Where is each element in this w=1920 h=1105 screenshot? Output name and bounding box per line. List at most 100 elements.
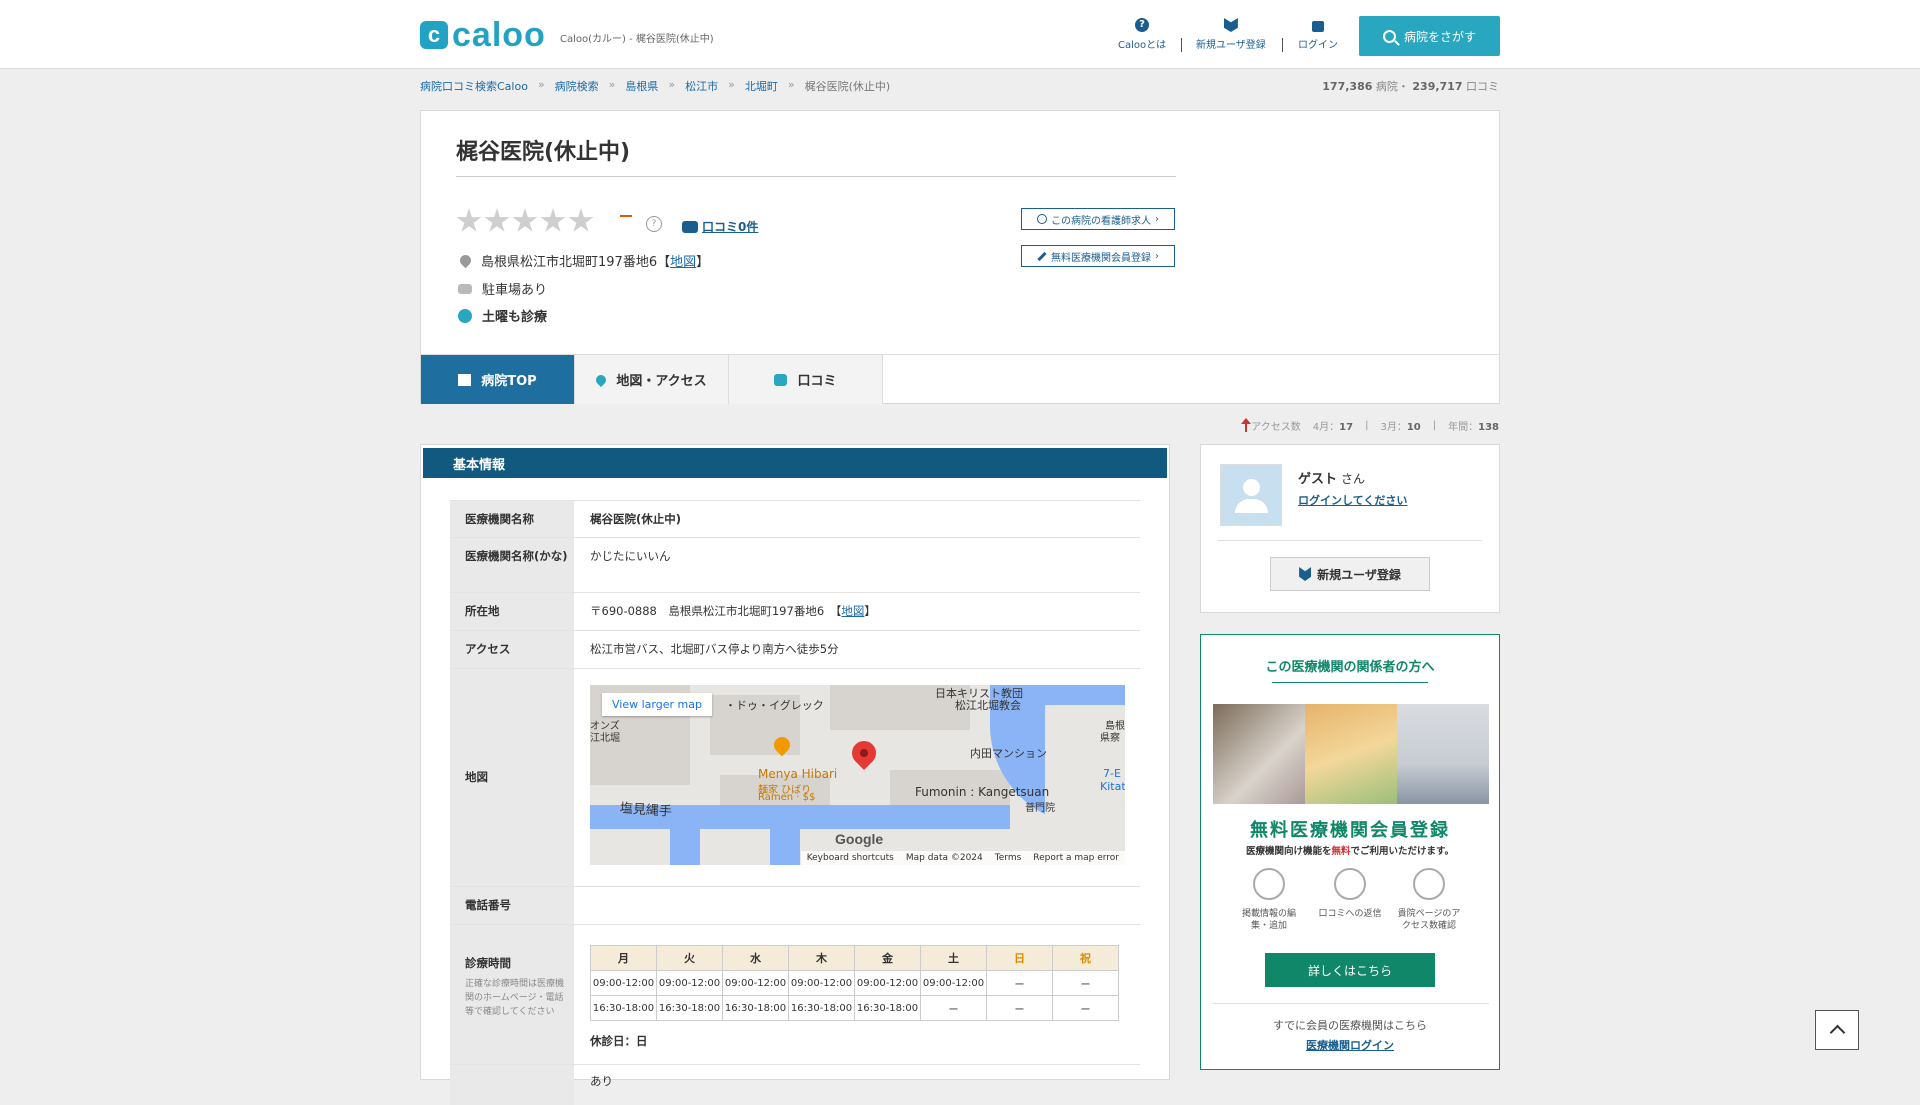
parking-row: 駐車場あり [458, 279, 547, 298]
hours-cell: ー [986, 970, 1053, 996]
table-row: 電話番号 [450, 886, 1140, 925]
map-label: Fumonin : Kangetsuan [915, 785, 1050, 799]
address-map-link[interactable]: 地図 [841, 604, 864, 618]
logo-text: caloo [452, 15, 546, 54]
location-marker-icon[interactable] [847, 736, 881, 770]
arrow-up-icon [1241, 417, 1252, 432]
map-pin-icon [457, 252, 474, 269]
row-label: 医療機関名称 [450, 501, 574, 538]
tab-label: 地図・アクセス [616, 374, 707, 389]
nav-about-label: Calooとは [1118, 40, 1167, 51]
nav-separator [1181, 38, 1182, 52]
hours-cell: 16:30-18:00 [590, 995, 657, 1021]
access-stats: アクセス数 4月：17 | 3月：10 | 年間：138 [1241, 417, 1499, 433]
breadcrumb-item[interactable]: 松江市 [685, 78, 718, 94]
hours-cell: 16:30-18:00 [788, 995, 855, 1021]
promo-detail-button[interactable]: 詳しくはこちら [1265, 953, 1435, 987]
login-link[interactable]: ログインしてください [1298, 492, 1407, 508]
beginner-leaf-icon [1299, 567, 1312, 581]
row-value: かじたにいいん [590, 549, 671, 563]
map-label: Kitat [1100, 780, 1125, 793]
day-header: 祝 [1052, 945, 1119, 971]
day-header: 日 [986, 945, 1053, 971]
map-label: Ramen · $$ [758, 792, 816, 803]
table-row: アクセス 松江市営バス、北堀町バス停より南方へ徒歩5分 [450, 630, 1140, 669]
search-hospital-button[interactable]: 病院をさがす [1359, 16, 1500, 56]
map-label: ・ドゥ・イグレック [725, 699, 824, 712]
address-row: 島根県松江市北堀町197番地6 【地図】 [457, 251, 709, 270]
row-label: 電話番号 [450, 887, 574, 925]
hours-cell: 16:30-18:00 [722, 995, 789, 1021]
divider [1213, 1003, 1489, 1004]
row-label [450, 1065, 574, 1105]
hours-cell: 09:00-12:00 [920, 970, 987, 996]
row-value: あり [590, 1074, 613, 1088]
terms-link[interactable]: Terms [995, 853, 1022, 863]
hours-header-row: 月 火 水 木 金 土 日 祝 [590, 945, 1119, 971]
row-value: 松江市営バス、北堀町バス停より南方へ徒歩5分 [590, 642, 839, 656]
nav-register[interactable]: 新規ユーザ登録 [1196, 18, 1266, 51]
table-row: あり [450, 1064, 1140, 1105]
map-label: 県察 [1100, 733, 1120, 744]
chevron-up-icon [1829, 1024, 1845, 1041]
scroll-to-top-button[interactable] [1815, 1010, 1859, 1050]
register-user-button[interactable]: 新規ユーザ登録 [1270, 557, 1430, 591]
tab-reviews[interactable]: 口コミ [729, 355, 883, 404]
star-icon [540, 208, 566, 232]
lock-icon [1312, 21, 1324, 32]
review-count-link[interactable]: 口コミ0件 [682, 218, 758, 235]
promo-subtitle: 医療機関向け機能を無料でご利用いただけます。 [1245, 846, 1455, 857]
facility-login-link[interactable]: 医療機関ログイン [1200, 1037, 1500, 1053]
guest-name: ゲスト さん [1298, 472, 1366, 487]
basic-info-heading: 基本情報 [423, 448, 1167, 478]
hours-cell: 16:30-18:00 [656, 995, 723, 1021]
breadcrumb-item[interactable]: 北堀町 [745, 78, 778, 94]
hours-cell: ー [920, 995, 987, 1021]
hours-row: 09:00-12:00 09:00-12:00 09:00-12:00 09:0… [590, 970, 1119, 996]
site-caption: Caloo(カルー) - 梶谷医院(休止中) [560, 34, 714, 45]
map-label: 江北堀 [590, 733, 620, 744]
question-icon: ? [1135, 18, 1150, 32]
breadcrumb-item[interactable]: 病院検索 [555, 78, 599, 94]
promo-title: この医療機関の関係者の方へ [1265, 660, 1435, 675]
nurse-job-label: この病院の看護師求人 [1051, 215, 1151, 227]
map-label: 普門院 [1025, 803, 1055, 814]
row-value: 梶谷医院(休止中) [590, 512, 682, 526]
map-label: Menya Hibari [758, 767, 838, 781]
hours-cell: ー [1052, 970, 1119, 996]
view-larger-map-link[interactable]: View larger map [602, 693, 712, 716]
tab-map-access[interactable]: 地図・アクセス [575, 355, 729, 404]
hours-cell: 09:00-12:00 [722, 970, 789, 996]
divider [1218, 540, 1482, 541]
feature-access: 貴院ページのアクセス数確認 [1394, 868, 1464, 932]
keyboard-shortcuts-link[interactable]: Keyboard shortcuts [807, 853, 894, 863]
closed-days: 休診日：日 [590, 1034, 648, 1048]
table-row: 所在地 〒690-0888 島根県松江市北堀町197番地6 【地図】 [450, 592, 1140, 631]
hours-cell: 09:00-12:00 [788, 970, 855, 996]
caloo-logo[interactable]: c caloo [420, 16, 546, 54]
tab-hospital-top[interactable]: 病院TOP [421, 355, 575, 404]
calendar-icon [458, 308, 472, 323]
nav-login[interactable]: ログイン [1298, 18, 1338, 51]
address-map-link[interactable]: 地図 [670, 255, 696, 270]
rating-help-icon[interactable]: ? [646, 216, 662, 232]
nav-about-caloo[interactable]: ? Calooとは [1118, 18, 1166, 51]
hours-cell: ー [1052, 995, 1119, 1021]
breadcrumb-item[interactable]: 島根県 [625, 78, 658, 94]
divider [1272, 682, 1428, 683]
search-hospital-label: 病院をさがす [1403, 29, 1476, 44]
free-register-button[interactable]: 無料医療機関会員登録 › [1021, 245, 1175, 267]
google-map[interactable]: View larger map 日本キリスト教団 松江北堀教会 ・ドゥ・イグレッ… [590, 685, 1125, 865]
promo-banner-image[interactable] [1213, 704, 1489, 804]
nurse-job-button[interactable]: この病院の看護師求人 › [1021, 208, 1175, 230]
map-label: 内田マンション [970, 747, 1047, 760]
title-divider [456, 176, 1176, 177]
day-header: 土 [920, 945, 987, 971]
row-label: 診療時間 正確な診療時間は医療機関のホームページ・電話等で確認してください [450, 925, 574, 1065]
report-map-error-link[interactable]: Report a map error [1033, 853, 1119, 863]
avatar [1220, 464, 1282, 526]
breadcrumb-item[interactable]: 病院口コミ検索Caloo [420, 78, 528, 94]
free-register-label: 無料医療機関会員登録 [1051, 252, 1151, 264]
star-icon [568, 208, 594, 232]
row-label: アクセス [450, 631, 574, 669]
